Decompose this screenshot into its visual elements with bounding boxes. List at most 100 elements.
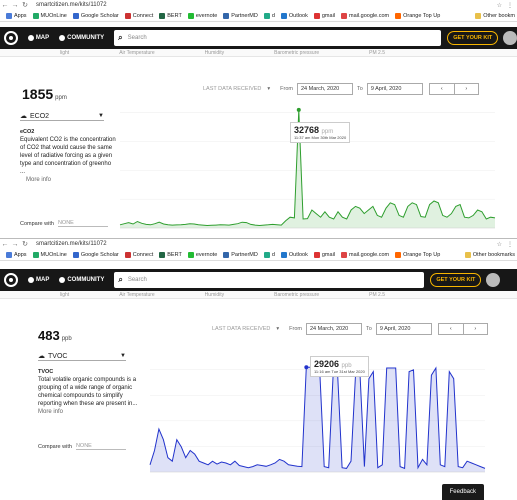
bookmark-evernote[interactable]: evernote [187, 251, 217, 258]
url-text[interactable]: smartcitizen.me/kits/11072 [36, 241, 107, 247]
forward-icon[interactable]: → [10, 241, 20, 248]
map-link[interactable]: MAP [28, 277, 49, 283]
star-icon[interactable]: ☆ [497, 2, 502, 9]
site-header: MAP COMMUNITY ⌕ Search GET YOUR KIT [0, 27, 517, 49]
map-icon [28, 277, 34, 283]
sensor-select[interactable]: ☁ TVOC ▼ [38, 352, 126, 361]
bookmark-muonline[interactable]: MUOnLine [32, 251, 67, 258]
back-icon[interactable]: ← [0, 2, 10, 9]
search-input[interactable]: ⌕ Search [114, 30, 442, 46]
bookmark-gmail[interactable]: gmail [313, 251, 335, 258]
bookmark-partnermd[interactable]: PartnerMD [223, 251, 258, 258]
menu-icon[interactable]: ⋮ [507, 2, 513, 9]
bookmark-orange[interactable]: Orange Top Up [395, 251, 440, 258]
chart-tooltip: 32768 ppm 11:37 am Mon 30th Mar 2020 [290, 122, 351, 143]
bookmark-d[interactable]: d [263, 251, 275, 258]
bookmark-apps[interactable]: Apps [6, 12, 27, 19]
bookmark-orange[interactable]: Orange Top Up [395, 12, 440, 19]
community-icon [59, 35, 66, 41]
community-icon [59, 277, 66, 283]
tvoc-chart[interactable] [149, 362, 486, 473]
bookmark-bert[interactable]: BERT [159, 12, 182, 19]
chevron-down-icon: ▼ [120, 353, 126, 359]
table-header: PM 2.5 [369, 49, 385, 56]
screenshot-top: ← → ↻ smartcitizen.me/kits/11072 ☆ ⋮ Apps… [0, 0, 517, 238]
bookmark-scholar[interactable]: Google Scholar [72, 251, 119, 258]
sensor-description: TVOC Total volatile organic compounds is… [38, 369, 138, 415]
bookmark-apps[interactable]: Apps [6, 251, 27, 258]
bookmark-partnermd[interactable]: PartnerMD [223, 12, 258, 19]
back-icon[interactable]: ← [0, 241, 10, 248]
sensor-reading: 1855 ppm [22, 86, 67, 102]
bookmark-gmail[interactable]: gmail [313, 12, 335, 19]
data-point-marker[interactable] [304, 365, 309, 370]
bookmark-outlook[interactable]: Outlook [280, 12, 308, 19]
forward-icon[interactable]: → [10, 2, 20, 9]
compare-select[interactable]: NONE [75, 443, 126, 450]
bookmark-bert[interactable]: BERT [159, 251, 182, 258]
sensor-description: eCO2 Equivalent CO2 is the concentration… [20, 129, 116, 183]
chevron-down-icon: ▼ [98, 113, 104, 119]
smartcitizen-logo-icon[interactable] [4, 273, 18, 287]
bookmarks-bar: Apps MUOnLine Google Scholar Connect BER… [0, 10, 517, 22]
bookmark-mail[interactable]: mail.google.com [341, 251, 389, 258]
more-info-link[interactable]: More info [26, 177, 51, 183]
more-info-link[interactable]: More info [38, 409, 63, 415]
from-date-input[interactable]: 24 March, 2020 [306, 323, 362, 335]
search-icon: ⌕ [118, 275, 123, 284]
bookmark-other[interactable]: Other bookmarks [464, 251, 517, 258]
next-button[interactable]: › [453, 84, 478, 94]
chevron-down-icon: ▾ [276, 326, 280, 332]
table-header: Barometric pressure [274, 291, 320, 298]
search-icon: ⌕ [118, 33, 123, 42]
table-header: Air Temperature [119, 291, 155, 298]
bookmark-other[interactable]: Other bookm [475, 12, 517, 19]
get-kit-button[interactable]: GET YOUR KIT [430, 273, 482, 287]
url-text[interactable]: smartcitizen.me/kits/11072 [36, 2, 107, 8]
bookmark-mail[interactable]: mail.google.com [341, 12, 389, 19]
to-date-input[interactable]: 9 April, 2020 [375, 323, 432, 335]
bookmark-scholar[interactable]: Google Scholar [72, 12, 119, 19]
prev-button[interactable]: ‹ [439, 324, 463, 334]
sensor-select[interactable]: ☁ ECO2 ▼ [20, 112, 104, 121]
star-icon[interactable]: ☆ [497, 241, 502, 248]
browser-url-bar: ← → ↻ smartcitizen.me/kits/11072 ☆ ⋮ [0, 0, 517, 10]
sensor-icon: ☁ [38, 353, 45, 360]
bookmark-connect[interactable]: Connect [124, 251, 153, 258]
from-date-input[interactable]: 24 March, 2020 [297, 83, 353, 95]
search-input[interactable]: ⌕ Search [114, 272, 425, 288]
screenshot-bottom: ← → ↻ smartcitizen.me/kits/11072 ☆ ⋮ Apps… [0, 238, 517, 500]
menu-icon[interactable]: ⋮ [507, 241, 513, 248]
bookmark-connect[interactable]: Connect [124, 12, 153, 19]
prev-button[interactable]: ‹ [430, 84, 454, 94]
feedback-button[interactable]: Feedback [441, 484, 484, 500]
data-point-marker[interactable] [296, 107, 301, 112]
reload-icon[interactable]: ↻ [20, 1, 30, 9]
reload-icon[interactable]: ↻ [20, 240, 30, 248]
avatar[interactable] [503, 31, 517, 45]
to-label: To [357, 86, 363, 92]
community-link[interactable]: COMMUNITY [59, 35, 104, 41]
last-data-received-button[interactable]: LAST DATA RECEIVED [212, 326, 270, 332]
chart-tooltip: 29206 ppb 11:16 am Tue 31st Mar 2020 [310, 356, 369, 377]
chart-controls: LAST DATA RECEIVED ▾ From 24 March, 2020… [212, 323, 488, 335]
to-date-input[interactable]: 9 April, 2020 [366, 83, 423, 95]
next-button[interactable]: › [462, 324, 487, 334]
smartcitizen-logo-icon[interactable] [4, 31, 18, 45]
compare-with: Compare with NONE [20, 220, 108, 227]
avatar[interactable] [486, 273, 501, 287]
bookmark-d[interactable]: d [263, 12, 275, 19]
compare-select[interactable]: NONE [57, 220, 108, 227]
from-label: From [280, 86, 293, 92]
bookmark-evernote[interactable]: evernote [187, 12, 217, 19]
table-header: Barometric pressure [274, 49, 320, 56]
get-kit-button[interactable]: GET YOUR KIT [447, 31, 499, 45]
map-link[interactable]: MAP [27, 35, 49, 41]
site-header: MAP COMMUNITY ⌕ Search GET YOUR KIT [0, 269, 517, 291]
from-label: From [289, 326, 302, 332]
bookmark-outlook[interactable]: Outlook [280, 251, 308, 258]
community-link[interactable]: COMMUNITY [59, 277, 104, 283]
series-area [150, 367, 485, 472]
bookmark-muonline[interactable]: MUOnLine [32, 12, 67, 19]
last-data-received-button[interactable]: LAST DATA RECEIVED [203, 86, 261, 92]
